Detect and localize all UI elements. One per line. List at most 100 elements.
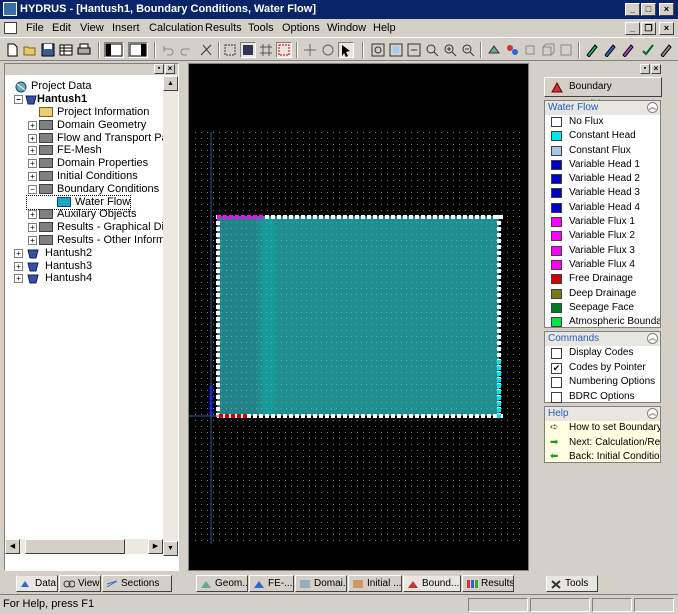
tab-results[interactable]: Results [462, 575, 514, 592]
legend-item[interactable]: Variable Head 1 [545, 158, 660, 172]
boundary-conditions-button[interactable]: Boundary Conditions [544, 77, 662, 110]
legend-item[interactable]: Variable Flux 2 [545, 229, 660, 243]
checkbox-icon[interactable] [551, 348, 562, 359]
tab-geometry[interactable]: Geom... [196, 575, 248, 592]
expand-icon[interactable]: + [14, 261, 23, 271]
tree-vertical-scrollbar[interactable]: ▲ ▼ [163, 76, 178, 556]
open-icon[interactable] [22, 42, 38, 58]
scroll-left-icon[interactable]: ◀ [5, 539, 20, 554]
toggle-navigator-icon[interactable] [104, 42, 124, 58]
legend-item[interactable]: No Flux [545, 115, 660, 129]
tab-domain[interactable]: Domai... [295, 575, 347, 592]
legend-item[interactable]: Seepage Face [545, 301, 660, 315]
redo-icon[interactable] [178, 42, 194, 58]
view-front-icon[interactable] [522, 42, 538, 58]
toggle-edit-bar-icon[interactable] [128, 42, 148, 58]
editbar-restore-icon[interactable]: ▪ [640, 64, 650, 74]
doc-minimize-icon[interactable]: _ [625, 22, 640, 35]
tree-project-hantush2[interactable]: + Hantush2 [11, 247, 92, 260]
tab-boundary[interactable]: Bound... [403, 575, 461, 592]
checkbox-icon[interactable]: ✔ [551, 362, 562, 374]
zoom-all-icon[interactable] [370, 42, 386, 58]
expand-icon[interactable]: + [28, 133, 37, 143]
expand-icon[interactable]: + [28, 159, 37, 169]
settings-icon[interactable] [658, 42, 674, 58]
help-link[interactable]: ➡ Next: Calculation/Res... [545, 436, 660, 451]
tab-tools[interactable]: Tools [546, 575, 598, 592]
tree-item[interactable]: Water Flow [25, 194, 132, 210]
tree-item[interactable]: + Results - Other Informat [5, 234, 165, 247]
checkbox-icon[interactable] [551, 391, 562, 403]
select-rectangle-icon[interactable] [276, 42, 292, 58]
tree-item[interactable]: + Auxilary Objects [5, 208, 136, 221]
new-icon[interactable] [4, 42, 20, 58]
edit-props-icon[interactable] [602, 42, 618, 58]
check-icon[interactable] [640, 42, 656, 58]
menu-tools[interactable]: Tools [248, 19, 274, 37]
table-icon[interactable] [58, 42, 74, 58]
tree-project-hantush1[interactable]: − Hantush1 [11, 93, 87, 106]
editbar-close-icon[interactable]: × [651, 64, 661, 74]
collapse-chevron-icon[interactable]: ︽ [647, 333, 658, 344]
menu-options[interactable]: Options [282, 19, 320, 37]
checkbox-icon[interactable] [551, 377, 562, 388]
water-flow-header[interactable]: Water Flow ︽ [545, 101, 660, 115]
command-item[interactable]: Display Codes [545, 346, 660, 361]
menu-file[interactable]: File [26, 19, 44, 37]
scroll-down-icon[interactable]: ▼ [163, 541, 178, 556]
command-item[interactable]: ✔ Codes by Pointer [545, 361, 660, 376]
zoom-in-icon[interactable] [442, 42, 458, 58]
zoom-window-icon[interactable] [388, 42, 404, 58]
panel-restore-icon[interactable]: ▪ [154, 64, 164, 74]
tab-initial[interactable]: Initial ... [348, 575, 402, 592]
expand-icon[interactable]: + [28, 172, 37, 181]
menu-calculation[interactable]: Calculation [149, 19, 203, 37]
menu-insert[interactable]: Insert [112, 19, 140, 37]
tree-item[interactable]: + Domain Geometry [5, 119, 146, 132]
delete-icon[interactable] [198, 42, 214, 58]
tree-item[interactable]: − Boundary Conditions [5, 183, 159, 196]
pointer-tool-icon[interactable] [338, 42, 354, 58]
scroll-thumb[interactable] [25, 539, 125, 554]
doc-restore-icon[interactable]: ❐ [641, 22, 656, 35]
expand-icon[interactable]: + [14, 248, 23, 258]
tab-view[interactable]: View [59, 575, 101, 592]
doc-close-icon[interactable]: × [659, 22, 674, 35]
view-rotate-icon[interactable] [504, 42, 520, 58]
legend-item[interactable]: Atmospheric Boundary [545, 315, 660, 329]
expand-icon[interactable]: + [28, 146, 37, 156]
tree-item[interactable]: Project Information [5, 106, 149, 119]
tab-data[interactable]: Data [16, 575, 58, 592]
tree-item[interactable]: + Flow and Transport Para [5, 132, 165, 145]
minimize-icon[interactable]: _ [625, 3, 640, 16]
grid-icon[interactable] [258, 42, 274, 58]
expand-icon[interactable]: + [28, 120, 37, 130]
legend-item[interactable]: Variable Flux 1 [545, 215, 660, 229]
tree-item[interactable]: + Results - Graphical Displa [5, 221, 165, 234]
command-item[interactable]: Numbering Options [545, 375, 660, 390]
expand-icon[interactable]: + [14, 274, 23, 284]
legend-item[interactable]: Constant Head [545, 129, 660, 143]
move-icon[interactable] [302, 42, 318, 58]
help-link[interactable]: ➪ How to set Boundary ... [545, 421, 660, 436]
menu-results[interactable]: Results [205, 19, 242, 37]
select-icon[interactable] [222, 42, 238, 58]
view-3d-icon[interactable] [486, 42, 502, 58]
draw-icon[interactable] [620, 42, 636, 58]
domain-canvas[interactable] [189, 64, 528, 570]
collapse-chevron-icon[interactable]: ︽ [647, 102, 658, 113]
scroll-up-icon[interactable]: ▲ [163, 76, 178, 91]
legend-item[interactable]: Deep Drainage [545, 287, 660, 301]
legend-item[interactable]: Variable Head 2 [545, 172, 660, 186]
menu-help[interactable]: Help [373, 19, 396, 37]
tab-sections[interactable]: Sections [102, 575, 172, 592]
expand-icon[interactable]: + [28, 210, 37, 220]
legend-item[interactable]: Variable Flux 4 [545, 258, 660, 272]
zoom-icon[interactable] [424, 42, 440, 58]
view-top-icon[interactable] [558, 42, 574, 58]
view-side-icon[interactable] [540, 42, 556, 58]
menu-edit[interactable]: Edit [52, 19, 71, 37]
tree-project-hantush4[interactable]: + Hantush4 [11, 272, 92, 285]
menu-window[interactable]: Window [327, 19, 366, 37]
save-icon[interactable] [40, 42, 56, 58]
